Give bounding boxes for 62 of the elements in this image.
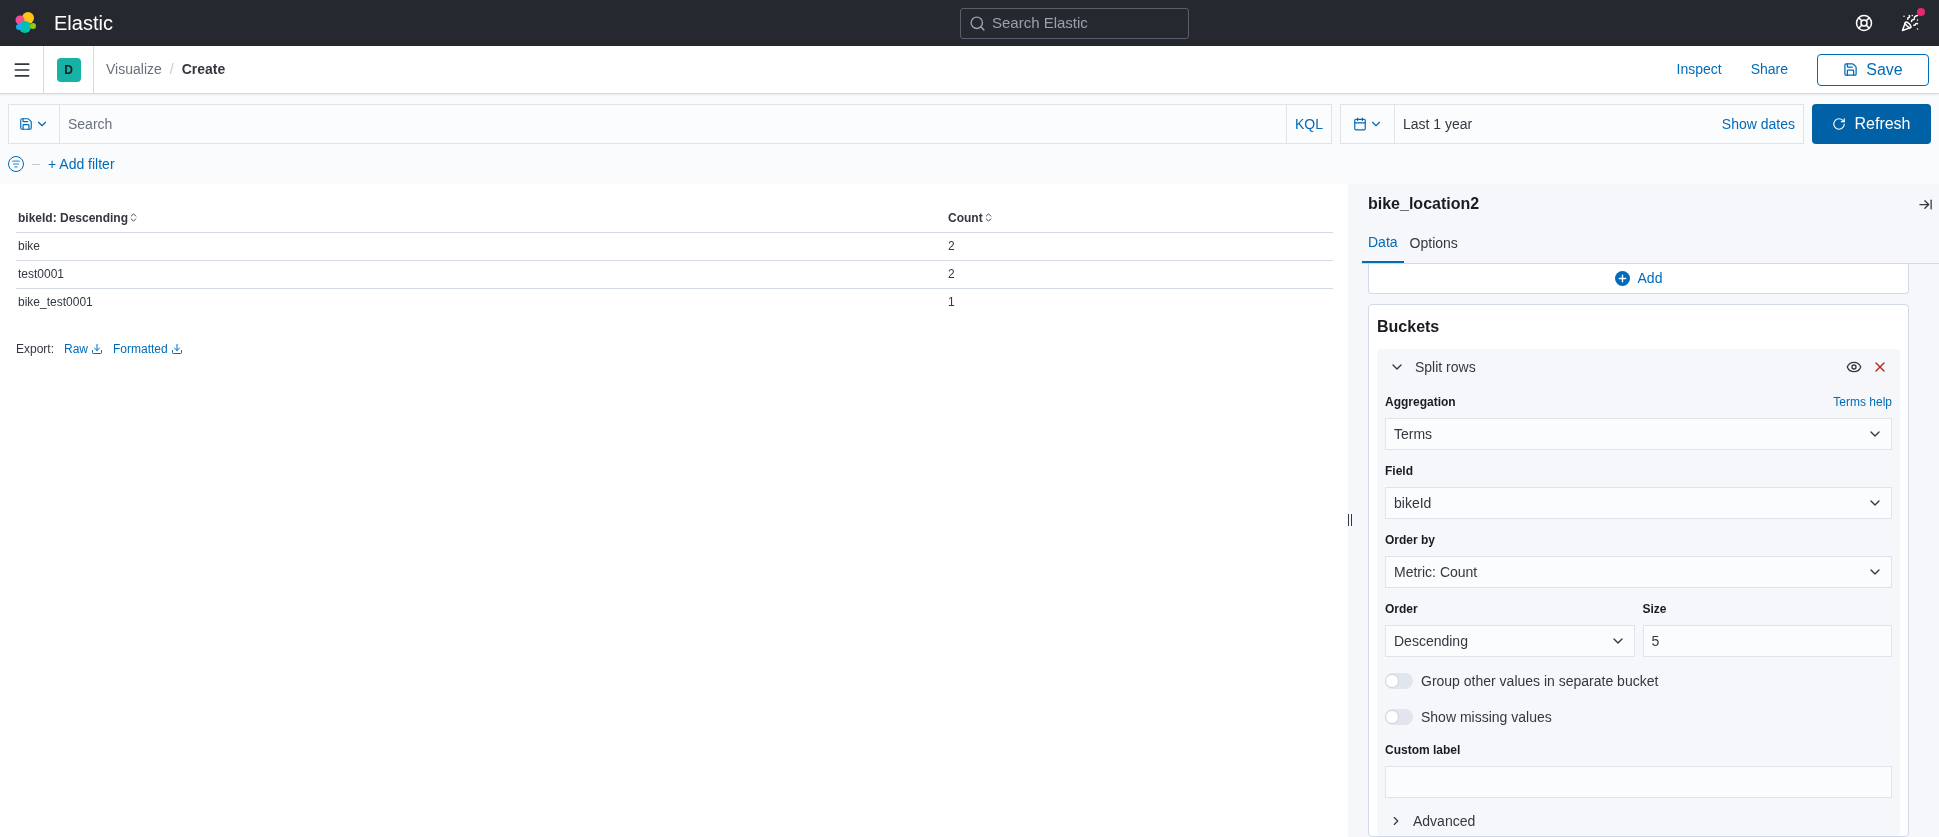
field-label: Custom label [1385, 742, 1461, 759]
save-button[interactable]: Save [1817, 53, 1929, 86]
input-field[interactable]: 5 [1642, 625, 1892, 657]
field-label: Aggregation [1385, 394, 1456, 411]
export-link[interactable]: Raw [64, 340, 104, 358]
section-title: Buckets [1377, 317, 1441, 337]
query-field[interactable]: Search [60, 104, 1286, 144]
download-icon [91, 343, 104, 355]
header-link[interactable]: Share [1750, 59, 1788, 80]
advanced-toggle[interactable]: Advanced [1385, 810, 1892, 832]
refresh-icon [1832, 117, 1847, 131]
table-cell: bike [16, 232, 946, 260]
refresh-button[interactable]: Refresh [1812, 104, 1931, 144]
tab[interactable]: Options [1403, 224, 1464, 263]
field-label: Size [1642, 601, 1667, 618]
help-link[interactable]: Terms help [1833, 393, 1892, 411]
export-label: Export: [16, 341, 54, 358]
save-icon [1843, 62, 1859, 77]
panel-title: bike_location2 [1368, 194, 1480, 214]
toggle-label: Show missing values [1421, 707, 1552, 727]
breadcrumb-separator: / [169, 60, 174, 79]
select-field[interactable]: Terms [1385, 418, 1892, 450]
export-link[interactable]: Formatted [113, 340, 183, 358]
breadcrumb[interactable]: Visualize [106, 59, 162, 80]
select-field[interactable]: Metric: Count [1385, 556, 1892, 588]
table-cell: 1 [946, 288, 1333, 316]
field-label: Order by [1385, 532, 1435, 549]
field-label: Order [1385, 601, 1418, 618]
download-icon [170, 343, 183, 355]
add-filter-link[interactable]: + Add filter [48, 153, 115, 175]
filter-icon[interactable] [8, 156, 24, 172]
add-button[interactable]: Add [1368, 264, 1909, 294]
toggle-switch[interactable] [1385, 673, 1413, 689]
column-header[interactable]: Count [946, 204, 1333, 232]
calendar-icon[interactable] [1352, 117, 1367, 131]
save-icon[interactable] [19, 117, 33, 131]
language-button[interactable]: KQL [1286, 104, 1332, 144]
time-range: Last 1 year [1402, 114, 1474, 134]
party-popper-icon[interactable] [1901, 14, 1919, 32]
select-field[interactable]: bikeId [1385, 487, 1892, 519]
show-dates-button[interactable]: Show dates [1713, 105, 1803, 143]
help-icon[interactable] [1855, 14, 1873, 32]
eye-icon[interactable] [1846, 359, 1862, 375]
header-link[interactable]: Inspect [1676, 59, 1722, 80]
logo-icon [14, 11, 38, 35]
table-cell: 2 [946, 260, 1333, 288]
toggle-label: Group other values in separate bucket [1421, 671, 1659, 691]
table-cell: bike_test0001 [16, 288, 946, 316]
select-field[interactable]: Descending [1385, 625, 1635, 657]
input-field[interactable] [1385, 766, 1892, 798]
brand-name: Elastic [54, 11, 113, 36]
table-cell: 2 [946, 232, 1333, 260]
plus-icon [1614, 271, 1630, 286]
column-header[interactable]: bikeId: Descending [16, 204, 946, 232]
table-cell: test0001 [16, 260, 946, 288]
breadcrumb: Create [181, 60, 226, 79]
global-search-field[interactable]: Search Elastic [960, 7, 1189, 39]
toggle-switch[interactable] [1385, 709, 1413, 725]
aggregation-toggle[interactable]: Split rows [1385, 356, 1476, 378]
search-icon [969, 14, 986, 32]
field-label: Field [1385, 463, 1413, 480]
space-avatar[interactable]: D [56, 57, 81, 82]
